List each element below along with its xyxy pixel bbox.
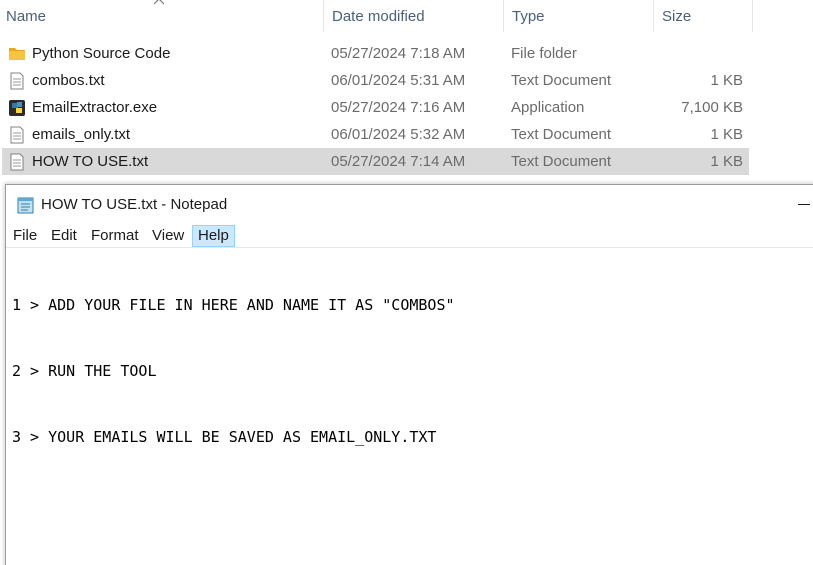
menu-help[interactable]: Help <box>192 225 235 247</box>
file-row-emails-only-txt[interactable]: emails_only.txt 06/01/2024 5:32 AM Text … <box>2 121 749 148</box>
file-date: 06/01/2024 5:31 AM <box>331 72 466 89</box>
text-file-icon <box>8 153 26 171</box>
file-name: EmailExtractor.exe <box>32 99 158 116</box>
column-header-type-label: Type <box>512 7 545 25</box>
file-name: combos.txt <box>32 72 105 89</box>
notepad-titlebar[interactable]: HOW TO USE.txt - Notepad <box>6 185 813 225</box>
file-explorer-list: Name Date modified Type Size Python Sour… <box>0 0 813 185</box>
file-size: 1 KB <box>710 126 743 143</box>
file-row-python-source-code[interactable]: Python Source Code 05/27/2024 7:18 AM Fi… <box>2 40 749 67</box>
column-header-type[interactable]: Type <box>503 0 653 32</box>
text-file-icon <box>8 72 26 90</box>
text-line: 3 > YOUR EMAILS WILL BE SAVED AS EMAIL_O… <box>12 428 437 446</box>
menu-format[interactable]: Format <box>86 225 144 247</box>
file-date: 05/27/2024 7:14 AM <box>331 153 466 170</box>
column-header-date-modified[interactable]: Date modified <box>323 0 503 32</box>
menu-edit[interactable]: Edit <box>46 225 82 247</box>
file-row-combos-txt[interactable]: combos.txt 06/01/2024 5:31 AM Text Docum… <box>2 67 749 94</box>
minimize-icon[interactable] <box>798 204 810 205</box>
notepad-text-area[interactable]: 1 > ADD YOUR FILE IN HERE AND NAME IT AS… <box>12 250 455 492</box>
file-type: Text Document <box>511 153 612 170</box>
file-type: File folder <box>511 45 577 62</box>
file-date: 05/27/2024 7:16 AM <box>331 99 466 116</box>
text-file-icon <box>8 126 26 144</box>
column-header-name[interactable]: Name <box>0 0 323 32</box>
file-name: Python Source Code <box>32 45 171 62</box>
column-header-size-label: Size <box>662 7 692 25</box>
file-row-how-to-use-txt[interactable]: HOW TO USE.txt 05/27/2024 7:14 AM Text D… <box>2 148 749 175</box>
file-date: 05/27/2024 7:18 AM <box>331 45 466 62</box>
menu-view[interactable]: View <box>147 225 189 247</box>
text-line: 1 > ADD YOUR FILE IN HERE AND NAME IT AS… <box>12 296 455 314</box>
file-name: HOW TO USE.txt <box>32 153 149 170</box>
column-header-date-label: Date modified <box>332 7 425 25</box>
text-line: 2 > RUN THE TOOL <box>12 362 157 380</box>
desktop-screen: Name Date modified Type Size Python Sour… <box>0 0 813 565</box>
file-size: 1 KB <box>710 72 743 89</box>
column-header-name-label: Name <box>6 7 47 25</box>
file-name: emails_only.txt <box>32 126 131 143</box>
menu-file[interactable]: File <box>8 225 42 247</box>
python-app-icon <box>8 99 26 117</box>
file-date: 06/01/2024 5:32 AM <box>331 126 466 143</box>
file-type: Text Document <box>511 126 612 143</box>
file-size: 7,100 KB <box>681 99 743 116</box>
file-type: Application <box>511 99 585 116</box>
column-header-size[interactable]: Size <box>653 0 753 32</box>
file-size: 1 KB <box>710 153 743 170</box>
notepad-window: HOW TO USE.txt - Notepad File Edit Forma… <box>5 184 813 565</box>
file-row-emailextractor-exe[interactable]: EmailExtractor.exe 05/27/2024 7:16 AM Ap… <box>2 94 749 121</box>
menu-bar: File Edit Format View Help <box>6 225 813 248</box>
window-title: HOW TO USE.txt - Notepad <box>41 196 228 213</box>
folder-icon <box>8 45 26 63</box>
notepad-app-icon <box>16 196 36 214</box>
file-type: Text Document <box>511 72 612 89</box>
